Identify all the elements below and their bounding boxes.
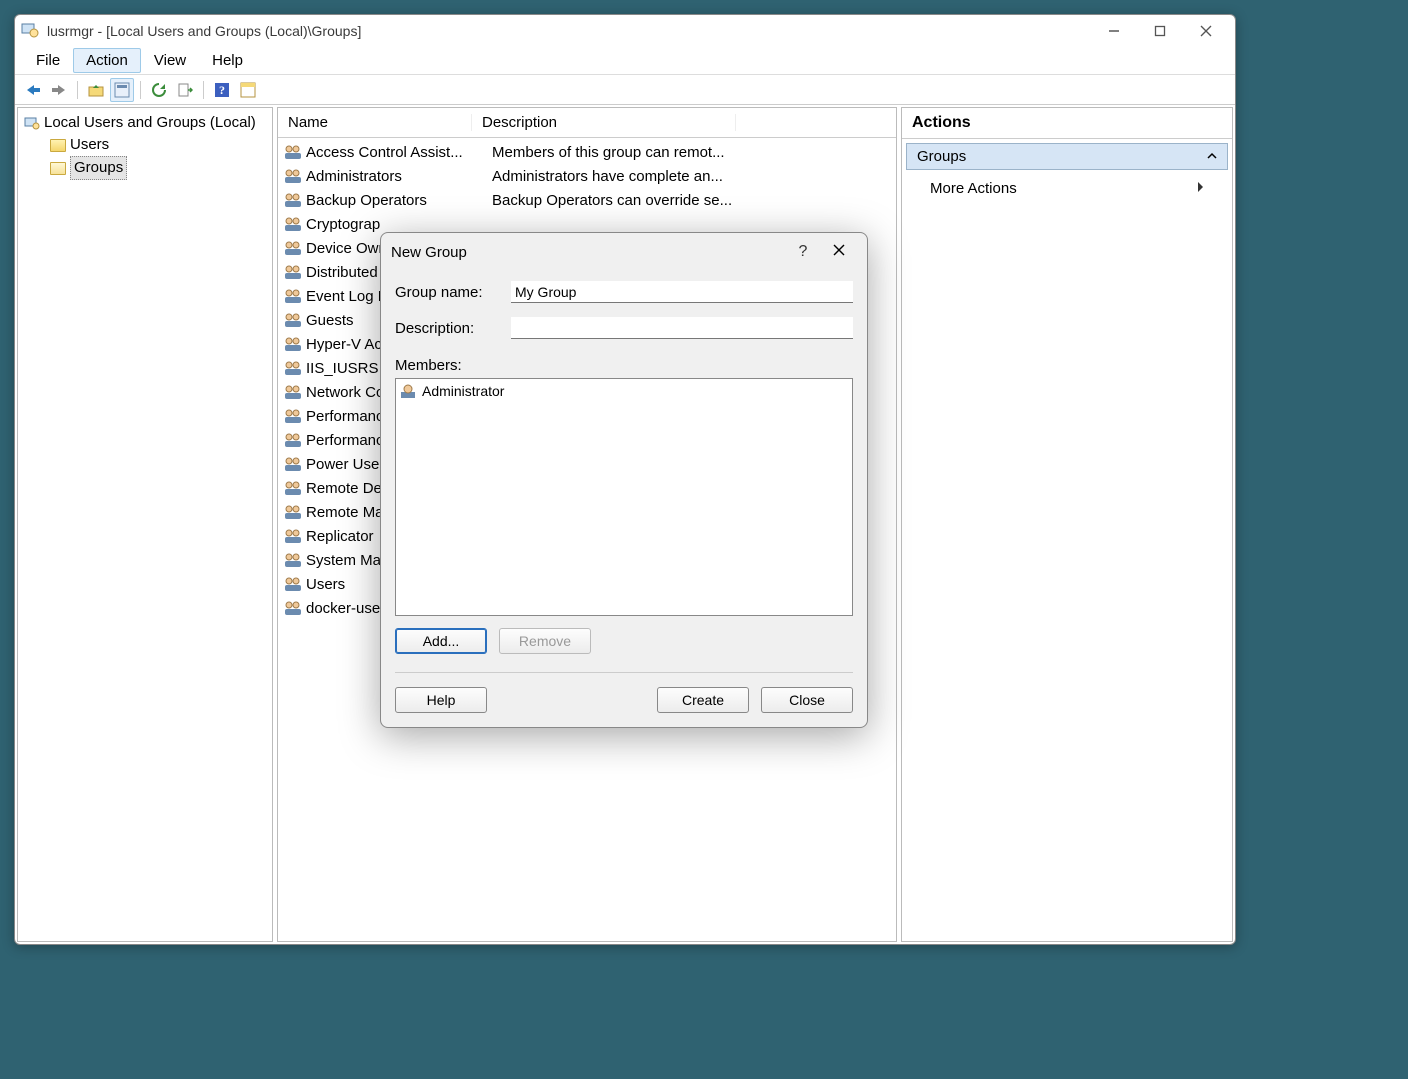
dialog-titlebar: New Group ? bbox=[381, 233, 867, 271]
member-name: Administrator bbox=[422, 383, 504, 399]
columns-icon[interactable] bbox=[236, 78, 260, 102]
new-group-dialog: New Group ? Group name: Description: Mem… bbox=[380, 232, 868, 728]
maximize-button[interactable] bbox=[1137, 17, 1183, 45]
remove-button[interactable]: Remove bbox=[499, 628, 591, 654]
members-list[interactable]: Administrator bbox=[395, 378, 853, 616]
tree-groups-label: Groups bbox=[70, 156, 127, 180]
col-name-header[interactable]: Name bbox=[284, 114, 472, 131]
members-label: Members: bbox=[395, 357, 853, 374]
group-name: Administrators bbox=[306, 168, 482, 185]
chevron-right-icon bbox=[1196, 180, 1204, 197]
group-desc: Members of this group can remot... bbox=[482, 144, 896, 161]
actions-section-label: Groups bbox=[917, 148, 966, 165]
group-icon bbox=[284, 360, 302, 376]
group-icon bbox=[284, 408, 302, 424]
list-header: Name Description bbox=[278, 108, 896, 138]
more-actions[interactable]: More Actions bbox=[902, 174, 1232, 203]
properties-icon[interactable] bbox=[110, 78, 134, 102]
group-row[interactable]: Backup OperatorsBackup Operators can ove… bbox=[278, 188, 896, 212]
group-desc: Backup Operators can override se... bbox=[482, 192, 896, 209]
dialog-close-icon[interactable] bbox=[821, 243, 857, 262]
window-title: lusrmgr - [Local Users and Groups (Local… bbox=[47, 23, 361, 39]
group-row[interactable]: Access Control Assist...Members of this … bbox=[278, 140, 896, 164]
group-icon bbox=[284, 240, 302, 256]
menu-view[interactable]: View bbox=[141, 48, 199, 73]
minimize-button[interactable] bbox=[1091, 17, 1137, 45]
group-icon bbox=[284, 528, 302, 544]
user-icon bbox=[400, 383, 416, 399]
app-icon bbox=[21, 21, 41, 41]
titlebar: lusrmgr - [Local Users and Groups (Local… bbox=[15, 15, 1235, 47]
group-icon bbox=[284, 480, 302, 496]
group-icon bbox=[284, 504, 302, 520]
add-button[interactable]: Add... bbox=[395, 628, 487, 654]
group-icon bbox=[284, 192, 302, 208]
group-icon bbox=[284, 384, 302, 400]
group-name: Access Control Assist... bbox=[306, 144, 482, 161]
export-icon[interactable] bbox=[173, 78, 197, 102]
refresh-icon[interactable] bbox=[147, 78, 171, 102]
group-name: Cryptograp bbox=[306, 216, 482, 233]
group-icon bbox=[284, 216, 302, 232]
group-name: Backup Operators bbox=[306, 192, 482, 209]
group-icon bbox=[284, 336, 302, 352]
dialog-help-icon[interactable]: ? bbox=[785, 243, 821, 261]
toolbar: ? bbox=[15, 75, 1235, 105]
back-button[interactable] bbox=[21, 78, 45, 102]
create-button[interactable]: Create bbox=[657, 687, 749, 713]
menu-file[interactable]: File bbox=[23, 48, 73, 73]
menubar: File Action View Help bbox=[15, 47, 1235, 75]
group-icon bbox=[284, 144, 302, 160]
forward-button[interactable] bbox=[47, 78, 71, 102]
group-icon bbox=[284, 312, 302, 328]
tree-users[interactable]: Users bbox=[24, 134, 266, 156]
group-icon bbox=[284, 288, 302, 304]
group-icon bbox=[284, 432, 302, 448]
group-name-input[interactable] bbox=[511, 281, 853, 303]
svg-text:?: ? bbox=[219, 83, 225, 97]
actions-pane: Actions Groups More Actions bbox=[901, 107, 1233, 942]
tree-root-label: Local Users and Groups (Local) bbox=[44, 112, 256, 134]
group-icon bbox=[284, 168, 302, 184]
description-label: Description: bbox=[395, 320, 511, 337]
help-icon[interactable]: ? bbox=[210, 78, 234, 102]
more-actions-label: More Actions bbox=[930, 180, 1017, 197]
tree-root[interactable]: Local Users and Groups (Local) bbox=[24, 112, 266, 134]
menu-help[interactable]: Help bbox=[199, 48, 256, 73]
folder-icon bbox=[50, 139, 66, 152]
group-desc: Administrators have complete an... bbox=[482, 168, 896, 185]
dialog-title: New Group bbox=[391, 244, 467, 261]
group-row[interactable]: AdministratorsAdministrators have comple… bbox=[278, 164, 896, 188]
folder-open-icon bbox=[50, 162, 66, 175]
actions-header: Actions bbox=[902, 108, 1232, 139]
tree-groups[interactable]: Groups bbox=[24, 156, 127, 180]
member-item[interactable]: Administrator bbox=[400, 383, 848, 399]
chevron-up-icon bbox=[1207, 148, 1217, 165]
col-desc-header[interactable]: Description bbox=[472, 114, 736, 131]
up-folder-icon[interactable] bbox=[84, 78, 108, 102]
description-input[interactable] bbox=[511, 317, 853, 339]
group-icon bbox=[284, 264, 302, 280]
tree-users-label: Users bbox=[70, 134, 109, 156]
group-icon bbox=[284, 576, 302, 592]
group-icon bbox=[284, 600, 302, 616]
menu-action[interactable]: Action bbox=[73, 48, 141, 73]
actions-section[interactable]: Groups bbox=[906, 143, 1228, 170]
help-button[interactable]: Help bbox=[395, 687, 487, 713]
tree-pane: Local Users and Groups (Local) Users Gro… bbox=[17, 107, 273, 942]
close-button[interactable]: Close bbox=[761, 687, 853, 713]
close-button[interactable] bbox=[1183, 17, 1229, 45]
group-name-label: Group name: bbox=[395, 284, 511, 301]
group-icon bbox=[284, 552, 302, 568]
group-icon bbox=[284, 456, 302, 472]
